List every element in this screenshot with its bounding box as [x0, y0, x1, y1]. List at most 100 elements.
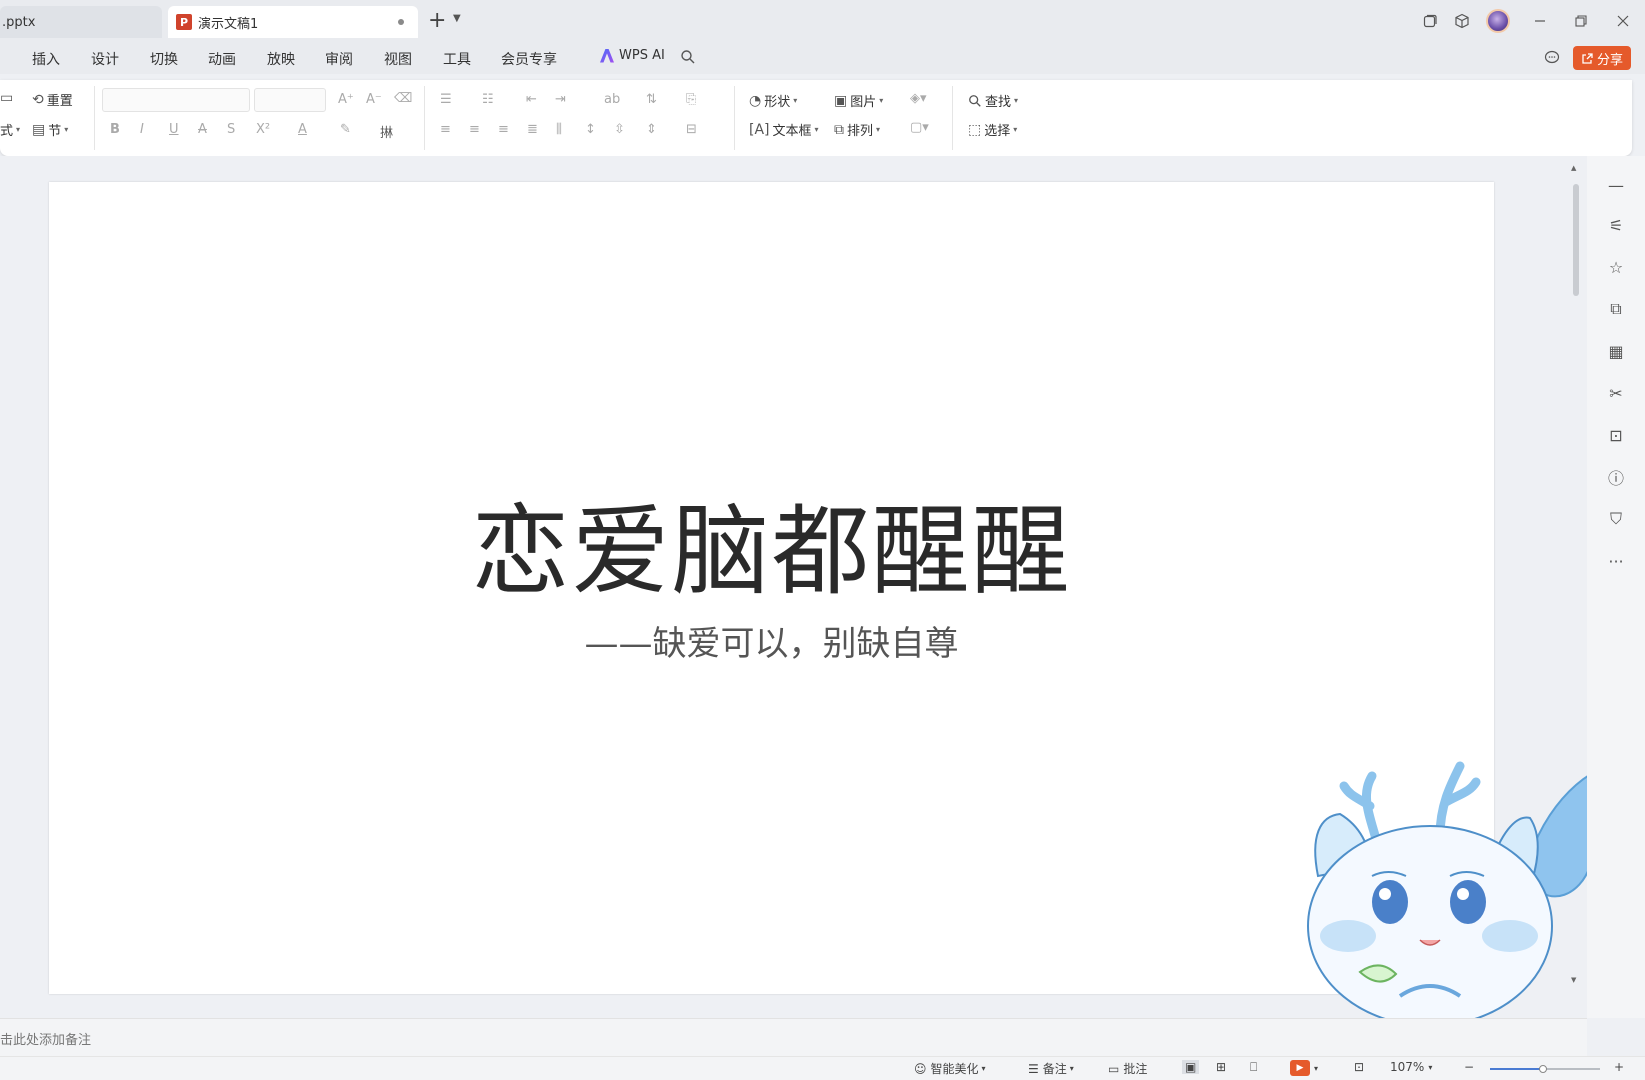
align-right-icon[interactable]: ≡: [498, 122, 509, 137]
adjust-settings-icon[interactable]: ⚟: [1605, 214, 1627, 236]
font-color-icon[interactable]: A: [298, 122, 307, 137]
tab-presentation-1[interactable]: P 演示文稿1: [168, 6, 418, 38]
convert-icon[interactable]: ⎘: [686, 92, 696, 107]
strikethrough-icon[interactable]: A: [198, 122, 207, 137]
numbered-list-icon[interactable]: ☷: [482, 92, 494, 107]
textbox-button[interactable]: [A] 文本框 ▾: [749, 120, 819, 140]
shape-button[interactable]: ◔ 形状 ▾: [749, 91, 797, 111]
menu-slideshow[interactable]: 放映: [267, 49, 295, 69]
reading-view-icon[interactable]: ⎕: [1250, 1060, 1257, 1075]
textbox-icon: [A]: [749, 121, 770, 138]
menu-member[interactable]: 会员专享: [501, 49, 557, 69]
eraser-icon[interactable]: ⌫: [394, 91, 412, 106]
menu-transition[interactable]: 切换: [150, 49, 178, 69]
font-size-select[interactable]: [254, 88, 326, 112]
slide-subtitle[interactable]: ——缺爱可以，别缺自尊: [49, 616, 1494, 665]
copy-layers-icon[interactable]: ⧉: [1605, 298, 1627, 320]
zoom-slider[interactable]: [1490, 1065, 1600, 1073]
distribute-icon[interactable]: ⫼: [556, 122, 562, 137]
minimize-icon[interactable]: [1530, 11, 1550, 31]
search-icon[interactable]: [678, 47, 698, 67]
menu-design[interactable]: 设计: [91, 49, 119, 69]
vertical-align-icon[interactable]: ⇕: [646, 122, 657, 137]
play-slideshow-button[interactable]: ▶ ▾: [1290, 1060, 1318, 1076]
avatar[interactable]: [1486, 9, 1510, 33]
close-icon[interactable]: [1613, 11, 1633, 31]
wps-ai-button[interactable]: WPS AI: [600, 48, 665, 63]
normal-view-icon[interactable]: ▣: [1182, 1060, 1200, 1074]
zoom-slider-knob[interactable]: [1538, 1065, 1547, 1073]
collapse-panel-icon[interactable]: —: [1605, 174, 1627, 196]
bullet-list-icon[interactable]: ☰: [440, 92, 452, 107]
menu-review[interactable]: 审阅: [325, 49, 353, 69]
comment-button[interactable]: ▭ 批注: [1108, 1060, 1147, 1077]
zoom-out-icon[interactable]: −: [1464, 1060, 1474, 1074]
new-tab-plus-icon[interactable]: +: [428, 9, 446, 33]
unsaved-dot-icon[interactable]: [398, 19, 404, 25]
tab-document-pptx[interactable]: .pptx: [0, 6, 162, 38]
italic-icon[interactable]: I: [140, 122, 144, 137]
divider: [424, 86, 425, 150]
share-button[interactable]: 分享: [1573, 46, 1631, 70]
restore-icon[interactable]: [1571, 11, 1591, 31]
slide-sorter-icon[interactable]: ⊞: [1216, 1060, 1226, 1074]
sort-icon[interactable]: ⇅: [646, 92, 657, 107]
select-button[interactable]: ⬚ 选择 ▾: [968, 120, 1017, 140]
menu-view[interactable]: 视图: [384, 49, 412, 69]
help-icon[interactable]: ⓘ: [1605, 466, 1627, 488]
shadow-text-icon[interactable]: S: [227, 122, 235, 137]
font-family-select[interactable]: [102, 88, 250, 112]
book-search-icon[interactable]: ⊡: [1605, 424, 1627, 446]
zoom-level-dropdown[interactable]: 107% ▾: [1390, 1060, 1432, 1074]
menu-tools[interactable]: 工具: [443, 49, 471, 69]
slide-title[interactable]: 恋爱脑都醒醒: [49, 472, 1494, 614]
superscript-icon[interactable]: X²: [256, 122, 270, 137]
highlight-icon[interactable]: ✎: [340, 122, 351, 137]
reset-button[interactable]: ⟲ 重置: [32, 90, 73, 110]
scroll-up-icon[interactable]: ▲: [1571, 164, 1576, 172]
font-shrink-icon[interactable]: A⁻: [366, 92, 382, 107]
tools-icon[interactable]: ✂: [1605, 382, 1627, 404]
line-spacing-icon[interactable]: ↕: [585, 122, 596, 137]
scroll-thumb[interactable]: [1573, 184, 1579, 296]
more-icon[interactable]: ···: [1605, 550, 1627, 572]
text-direction-icon[interactable]: ab: [604, 92, 620, 107]
phonetic-icon[interactable]: 㨆: [380, 122, 393, 141]
format-dropdown[interactable]: 式 ▾: [0, 120, 20, 139]
underline-icon[interactable]: U: [169, 122, 179, 137]
font-grow-icon[interactable]: A⁺: [338, 92, 354, 107]
window-layout-icon[interactable]: [1420, 11, 1440, 31]
decrease-indent-icon[interactable]: ⇤: [526, 92, 537, 107]
align-center-icon[interactable]: ≡: [469, 122, 480, 137]
layout-button[interactable]: ▭: [0, 90, 16, 106]
comment-cloud-icon[interactable]: [1542, 47, 1562, 67]
paragraph-spacing-icon[interactable]: ⇳: [614, 122, 625, 137]
shirt-style-icon[interactable]: ⛉: [1605, 508, 1627, 530]
menu-insert[interactable]: 插入: [32, 49, 60, 69]
arrange-button[interactable]: ⧉ 排列 ▾: [834, 120, 880, 140]
increase-indent-icon[interactable]: ⇥: [555, 92, 566, 107]
share-label: 分享: [1596, 52, 1623, 68]
chart-analysis-icon[interactable]: ▦: [1605, 340, 1627, 362]
zoom-in-icon[interactable]: +: [1614, 1060, 1624, 1074]
star-icon[interactable]: ☆: [1605, 256, 1627, 278]
fit-window-icon[interactable]: ⊡: [1354, 1060, 1364, 1074]
outline-icon[interactable]: ▢▾: [910, 120, 929, 135]
arrange-label: 排列: [847, 124, 874, 139]
justify-icon[interactable]: ≣: [527, 122, 538, 137]
text-box-align-icon[interactable]: ⊟: [686, 122, 697, 137]
section-button[interactable]: ▤ 节 ▾: [32, 120, 68, 140]
menu-animation[interactable]: 动画: [208, 49, 236, 69]
fill-color-icon[interactable]: ◈▾: [910, 91, 927, 106]
find-button[interactable]: 查找 ▾: [968, 91, 1018, 110]
align-left-icon[interactable]: ≡: [440, 122, 451, 137]
chevron-down-icon[interactable]: ▾: [1314, 1064, 1318, 1073]
chevron-down-icon[interactable]: ▼: [453, 13, 461, 24]
slide-canvas[interactable]: 恋爱脑都醒醒 ——缺爱可以，别缺自尊: [49, 182, 1494, 994]
cube-icon[interactable]: [1452, 11, 1472, 31]
smart-beautify-button[interactable]: ☺ 智能美化 ▾: [914, 1060, 986, 1077]
picture-button[interactable]: ▣ 图片 ▾: [834, 91, 883, 111]
notes-pane[interactable]: 击此处添加备注: [0, 1018, 1587, 1056]
notes-toggle-button[interactable]: ☰ 备注 ▾: [1028, 1060, 1074, 1077]
bold-icon[interactable]: B: [110, 122, 120, 137]
